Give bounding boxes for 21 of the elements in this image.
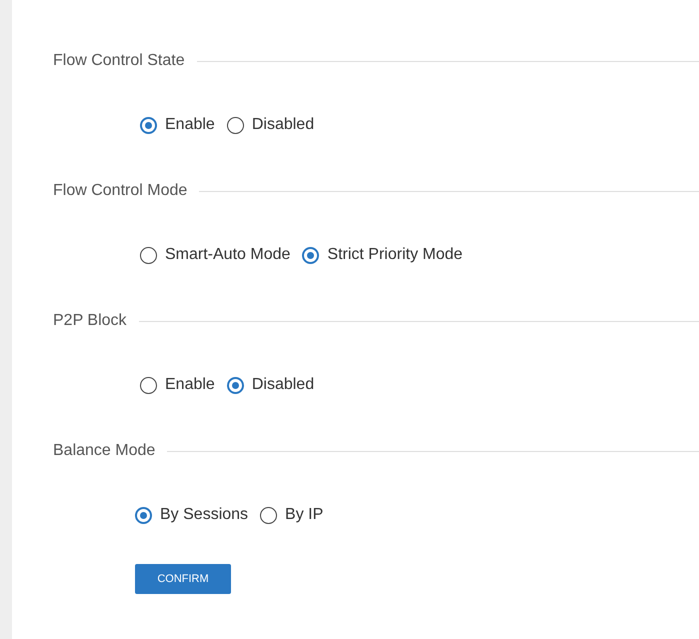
radio-label: Enable xyxy=(165,375,215,395)
radio-button[interactable] xyxy=(140,116,157,134)
radio-label: By IP xyxy=(285,505,324,525)
radio-label: Disabled xyxy=(252,375,314,395)
radio-label: By Sessions xyxy=(160,505,248,525)
radio-button[interactable] xyxy=(140,376,157,394)
radio-button[interactable] xyxy=(226,376,244,394)
radio-button[interactable] xyxy=(140,246,157,264)
radio-button[interactable] xyxy=(135,506,152,524)
radio-button[interactable] xyxy=(226,116,244,134)
section-title: P2P Block xyxy=(53,311,127,331)
radio-label: Smart-Auto Mode xyxy=(165,245,290,265)
section-title: Balance Mode xyxy=(53,441,156,461)
section-title: Flow Control State xyxy=(53,51,185,71)
radio-label: Strict Priority Mode xyxy=(327,245,463,265)
section-title: Flow Control Mode xyxy=(53,181,188,201)
radio-label: Disabled xyxy=(252,115,314,135)
radio-button[interactable] xyxy=(302,246,320,264)
confirm-button[interactable]: CONFIRM xyxy=(135,564,231,594)
radio-label: Enable xyxy=(165,115,215,135)
radio-button[interactable] xyxy=(260,506,278,524)
